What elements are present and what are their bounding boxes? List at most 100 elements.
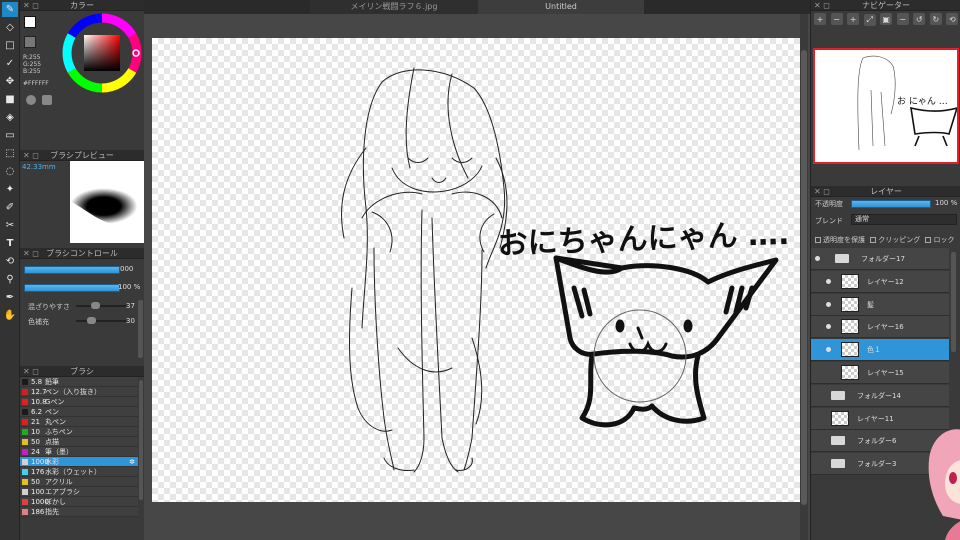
navigator-thumbnail: お にゃん … [857, 55, 959, 151]
fit-screen-icon[interactable]: ⤢ [863, 13, 876, 26]
pin-icon[interactable]: ✕ ◻ [814, 0, 830, 11]
visibility-eye-icon[interactable] [826, 278, 831, 284]
zoom-minus-icon[interactable]: − [896, 13, 909, 25]
brush-list-item[interactable]: 6.2 ペン [20, 407, 138, 417]
rectangle-tool-icon[interactable]: □ [2, 38, 18, 53]
transform-tool-icon[interactable]: ■ [2, 92, 18, 107]
text-tool-icon[interactable]: T [2, 236, 18, 251]
layer-name: フォルダー17 [861, 255, 905, 263]
brush-control-scrollbar[interactable] [138, 300, 143, 358]
move-tool-icon[interactable]: ✥ [2, 74, 18, 89]
visibility-eye-icon[interactable] [826, 301, 831, 307]
layer-folder-row[interactable]: フォルダー17 [811, 248, 949, 270]
brush-list-item[interactable]: 100 エアブラシ [20, 487, 138, 497]
brush-color-swatch [22, 438, 28, 445]
layer-name: レイヤー12 [867, 277, 904, 286]
pin-icon[interactable]: ✕ ◻ [23, 366, 39, 377]
brush-list-item[interactable]: 10.8 Gペン [20, 397, 138, 407]
fill-bucket-icon[interactable]: ◈ [2, 110, 18, 125]
fill-slider-knob[interactable] [87, 317, 96, 324]
layer-row[interactable]: レイヤー16 [811, 316, 949, 339]
pin-icon[interactable]: ✕ ◻ [814, 186, 830, 197]
layer-row[interactable]: 色１✲ [811, 339, 949, 362]
select-rect-icon[interactable]: ⬚ [2, 146, 18, 161]
brush-settings-gear-icon[interactable]: ✲ [129, 457, 135, 467]
layer-blend-select[interactable]: 通常 [851, 214, 957, 225]
layer-row[interactable]: レイヤー12 [811, 270, 949, 293]
blend-slider-knob[interactable] [90, 302, 100, 309]
clipping-checkbox[interactable] [870, 237, 877, 243]
brush-list-item[interactable]: 50 点描 [20, 437, 138, 447]
layer-opacity-slider[interactable] [851, 200, 931, 208]
blend-label: 混ざりやすさ [28, 303, 70, 311]
brush-list-item[interactable]: 1000 ぼかし [20, 497, 138, 507]
brush-list-item[interactable]: 21 丸ペン [20, 417, 138, 427]
brush-size: 10 [31, 427, 40, 436]
brush-list-item[interactable]: 186 指先 [20, 507, 138, 517]
layer-folder-row[interactable]: フォルダー14 [811, 384, 949, 407]
foreground-color-swatch[interactable] [24, 16, 36, 28]
layer-row[interactable]: 髪 [811, 293, 949, 316]
drawing-canvas[interactable]: おにちゃんにゃん …. [152, 38, 800, 502]
actual-size-icon[interactable]: ▣ [880, 13, 893, 25]
divide-tool-icon[interactable]: ⟲ [2, 254, 18, 269]
visibility-eye-icon[interactable] [826, 347, 831, 353]
brush-list-item[interactable]: 50 アクリル [20, 477, 138, 487]
blend-value: 37 [126, 302, 135, 310]
brush-list-scrollbar[interactable] [139, 380, 143, 500]
brush-list-item[interactable]: 12.7 ペン（入り抜き） [20, 387, 138, 397]
brush-list-item[interactable]: 1000 水彩 ✲ [20, 457, 138, 467]
pin-icon[interactable]: ✕ ◻ [23, 0, 39, 11]
brush-opacity-slider[interactable] [24, 284, 120, 292]
brush-color-swatch [22, 388, 28, 395]
brush-list-item[interactable]: 176 水彩（ウェット） [20, 467, 138, 477]
eraser-tool-icon[interactable]: ◇ [2, 20, 18, 35]
visibility-eye-icon[interactable] [815, 256, 820, 261]
brush-list-item[interactable]: 10 ふちペン [20, 427, 138, 437]
protect-alpha-checkbox[interactable] [815, 237, 821, 243]
brush-color-swatch [22, 508, 28, 515]
navigator-preview[interactable]: お にゃん … [813, 48, 959, 164]
brush-tool-icon[interactable]: ✎ [2, 2, 18, 17]
zoom-out-icon[interactable]: − [830, 13, 843, 25]
brush-size: 10.8 [31, 397, 47, 406]
color-set-icon[interactable] [42, 95, 52, 105]
pin-icon[interactable]: ✕ ◻ [23, 150, 39, 161]
brush-name: ぼかし [45, 497, 66, 506]
folder-icon [831, 459, 845, 469]
brush-list-item[interactable]: 5.8 鉛筆 [20, 377, 138, 387]
visibility-eye-icon[interactable] [826, 324, 831, 330]
pin-icon[interactable]: ✕ ◻ [23, 248, 39, 259]
brush-name: 丸ペン [45, 417, 66, 426]
layer-list-scrollbar[interactable] [951, 252, 956, 352]
layer-row[interactable]: レイヤー15 [811, 362, 949, 384]
rotate-right-icon[interactable]: ↻ [929, 13, 942, 25]
tab-document[interactable]: メイリン戦闘ラフ６.jpg [310, 0, 478, 14]
gradient-tool-icon[interactable]: ▭ [2, 128, 18, 143]
reset-rotation-icon[interactable]: ⟲ [946, 13, 959, 25]
magic-wand-icon[interactable]: ✦ [2, 182, 18, 197]
canvas-scroll-thumb[interactable] [801, 50, 807, 505]
hand-tool-icon[interactable]: ✋ [2, 308, 18, 323]
tab-untitled[interactable]: Untitled [478, 0, 644, 14]
brush-size-slider[interactable] [24, 266, 120, 274]
zoom-in-2-icon[interactable]: + [847, 13, 860, 25]
lock-checkbox[interactable] [925, 237, 932, 243]
navigator-header: ✕ ◻ ナビゲーター [811, 0, 960, 11]
zoom-in-icon[interactable]: + [814, 13, 826, 25]
select-eraser-icon[interactable]: ✂ [2, 218, 18, 233]
fill-slider[interactable] [76, 320, 126, 322]
select-pen-icon[interactable]: ✐ [2, 200, 18, 215]
color-wheel[interactable] [62, 13, 142, 93]
rotate-left-icon[interactable]: ↺ [913, 13, 926, 25]
lasso-icon[interactable]: ◌ [2, 164, 18, 179]
transparent-swatch[interactable] [24, 36, 36, 48]
blend-slider[interactable] [76, 305, 126, 307]
check-tool-icon[interactable]: ✓ [2, 56, 18, 71]
toolbar: ✎ ◇ □ ✓ ✥ ■ ◈ ▭ ⬚ ◌ ✦ ✐ ✂ T ⟲ ⚲ ✒ ✋ [0, 0, 20, 540]
pen-tool-icon[interactable]: ✒ [2, 290, 18, 305]
brush-list-item[interactable]: 24 筆（墨） [20, 447, 138, 457]
eyedropper-icon[interactable]: ⚲ [2, 272, 18, 287]
brush-name: Gペン [45, 397, 65, 406]
palette-icon[interactable] [26, 95, 36, 105]
